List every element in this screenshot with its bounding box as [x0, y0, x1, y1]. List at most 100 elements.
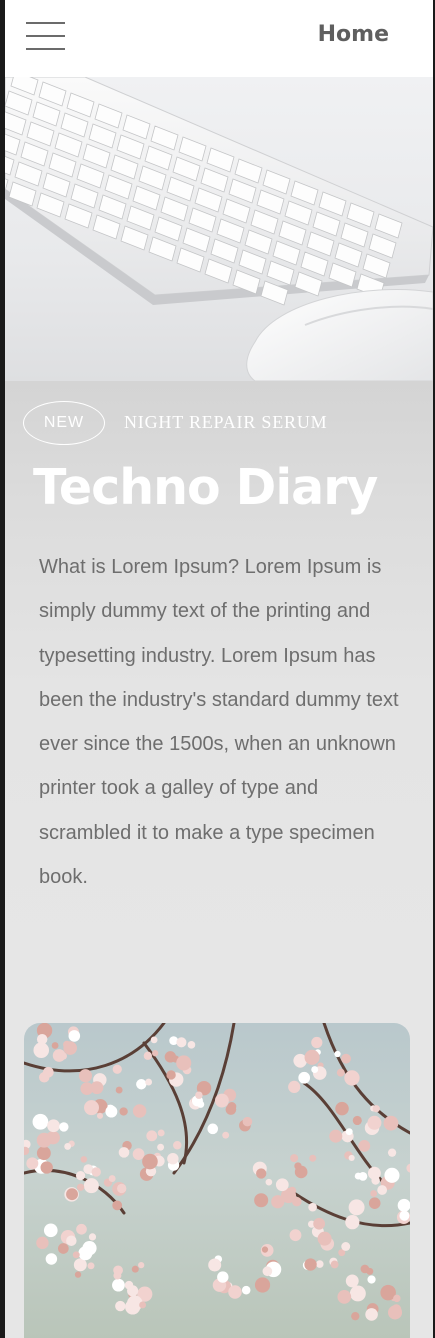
blossom-petal [76, 1223, 87, 1235]
article-body: What is Lorem Ipsum? Lorem Ipsum is simp… [39, 556, 399, 889]
blossom-petal [195, 1091, 203, 1099]
blossom-petal [43, 1223, 58, 1238]
blossom-petal [72, 1251, 80, 1259]
blossom-petal [387, 1305, 403, 1320]
blossom-petal [63, 1041, 77, 1055]
blossom-petal [47, 1119, 60, 1133]
blossom-petal [157, 1143, 165, 1151]
blossom-petal [40, 1161, 53, 1174]
blossom-petal [242, 1116, 253, 1127]
blossom-petal [265, 1178, 273, 1186]
blossom-petal [348, 1199, 365, 1216]
blossom-petal [113, 1271, 122, 1280]
blossom-petal [131, 1265, 139, 1273]
blossom-petal [26, 1157, 39, 1170]
blossom-petal [348, 1154, 355, 1161]
top-app-bar: Home [5, 0, 433, 77]
blossom-petal [115, 1086, 123, 1094]
blossom-petal [311, 1036, 323, 1049]
blossom-petal [217, 1271, 229, 1283]
blossom-petal [42, 1066, 54, 1078]
blossom-petal [59, 1122, 69, 1132]
blossom-petal [275, 1178, 289, 1192]
article-subtitle: NIGHT REPAIR SERUM [124, 412, 328, 432]
blossom-petal [208, 1258, 222, 1272]
blossom-petal [354, 1172, 362, 1180]
blossom-petal [254, 1193, 269, 1208]
blossom-petal [214, 1093, 229, 1108]
blossom-petal [262, 1266, 273, 1277]
blossom-petal [197, 1100, 205, 1108]
blossom-petal [84, 1100, 99, 1116]
blossom-petal [345, 1128, 353, 1136]
blossom-petal [317, 1231, 332, 1246]
blossom-petal [33, 1042, 50, 1058]
blossom-petal [74, 1271, 82, 1278]
blossom-petal [73, 1258, 87, 1272]
blossom-petal [228, 1285, 242, 1299]
blossom-petal [311, 1066, 319, 1073]
blossom-petal [349, 1285, 366, 1302]
blossom-petal [118, 1147, 130, 1158]
hamburger-menu-icon[interactable] [26, 22, 65, 52]
blossom-petal [119, 1107, 128, 1116]
blossom-petal [105, 1105, 118, 1118]
blossom-petal [157, 1129, 165, 1137]
blossom-petal [399, 1210, 410, 1221]
blossom-petal [222, 1131, 230, 1139]
blossom-petal [108, 1175, 116, 1183]
blossom-petal [341, 1242, 351, 1251]
blossom-petal [254, 1277, 271, 1293]
blossom-petal [36, 1132, 52, 1148]
blossom-petal [393, 1294, 401, 1303]
blossom-petal [289, 1229, 302, 1242]
blossom-petal [143, 1051, 152, 1060]
blossom-petal [91, 1167, 101, 1177]
blossom-petal [294, 1162, 302, 1170]
blossom-petal [36, 1033, 48, 1045]
blossom-petal [88, 1233, 97, 1241]
blossom-petal [308, 1202, 317, 1212]
blossom-petal [139, 1301, 147, 1309]
blossom-petal [256, 1168, 267, 1179]
article-title: Techno Diary [33, 459, 378, 516]
blossom-petal [290, 1154, 299, 1163]
page: Home NEW NIGHT REPAIR SERUM Techno Diary… [5, 0, 433, 1338]
blossom-petal [383, 1115, 399, 1131]
hero-image [5, 77, 433, 381]
blossom-petal [336, 1068, 345, 1077]
blossom-petal [78, 1069, 92, 1083]
blossom-petal [51, 1042, 59, 1049]
blossom-petal [367, 1115, 382, 1130]
blossom-petal [365, 1308, 378, 1321]
blossom-petal [288, 1080, 301, 1094]
blossom-petal [329, 1129, 343, 1143]
blossom-petal [344, 1070, 360, 1086]
blossom-petal [370, 1190, 378, 1197]
blossom-petal [87, 1262, 95, 1270]
blossom-petal [377, 1185, 388, 1195]
page-title: Home [317, 22, 389, 47]
blossom-petal [330, 1260, 339, 1269]
blossom-petal [187, 1041, 196, 1049]
blossom-petal [57, 1243, 69, 1254]
blossom-petal [68, 1030, 81, 1042]
keyboard-mouse-illustration [5, 77, 433, 381]
blossom-petal [309, 1154, 317, 1162]
blossom-petal [45, 1253, 58, 1265]
blossom-petal [358, 1140, 371, 1152]
article-section: NEW NIGHT REPAIR SERUM Techno Diary What… [5, 381, 433, 1001]
blossom-petal [298, 1071, 311, 1084]
blossom-petal [368, 1197, 381, 1209]
blossom-petal [207, 1123, 219, 1135]
blossom-petal [335, 1101, 349, 1116]
blossom-petal [138, 1261, 145, 1269]
new-badge: NEW [23, 401, 105, 445]
blossom-petal [112, 1200, 123, 1211]
blossom-petal [241, 1285, 251, 1295]
blossom-petal [313, 1217, 326, 1230]
blossom-petal [367, 1275, 376, 1284]
blossom-petal [351, 1311, 360, 1321]
blossom-petal [132, 1148, 145, 1160]
image-card[interactable] [24, 1023, 410, 1338]
